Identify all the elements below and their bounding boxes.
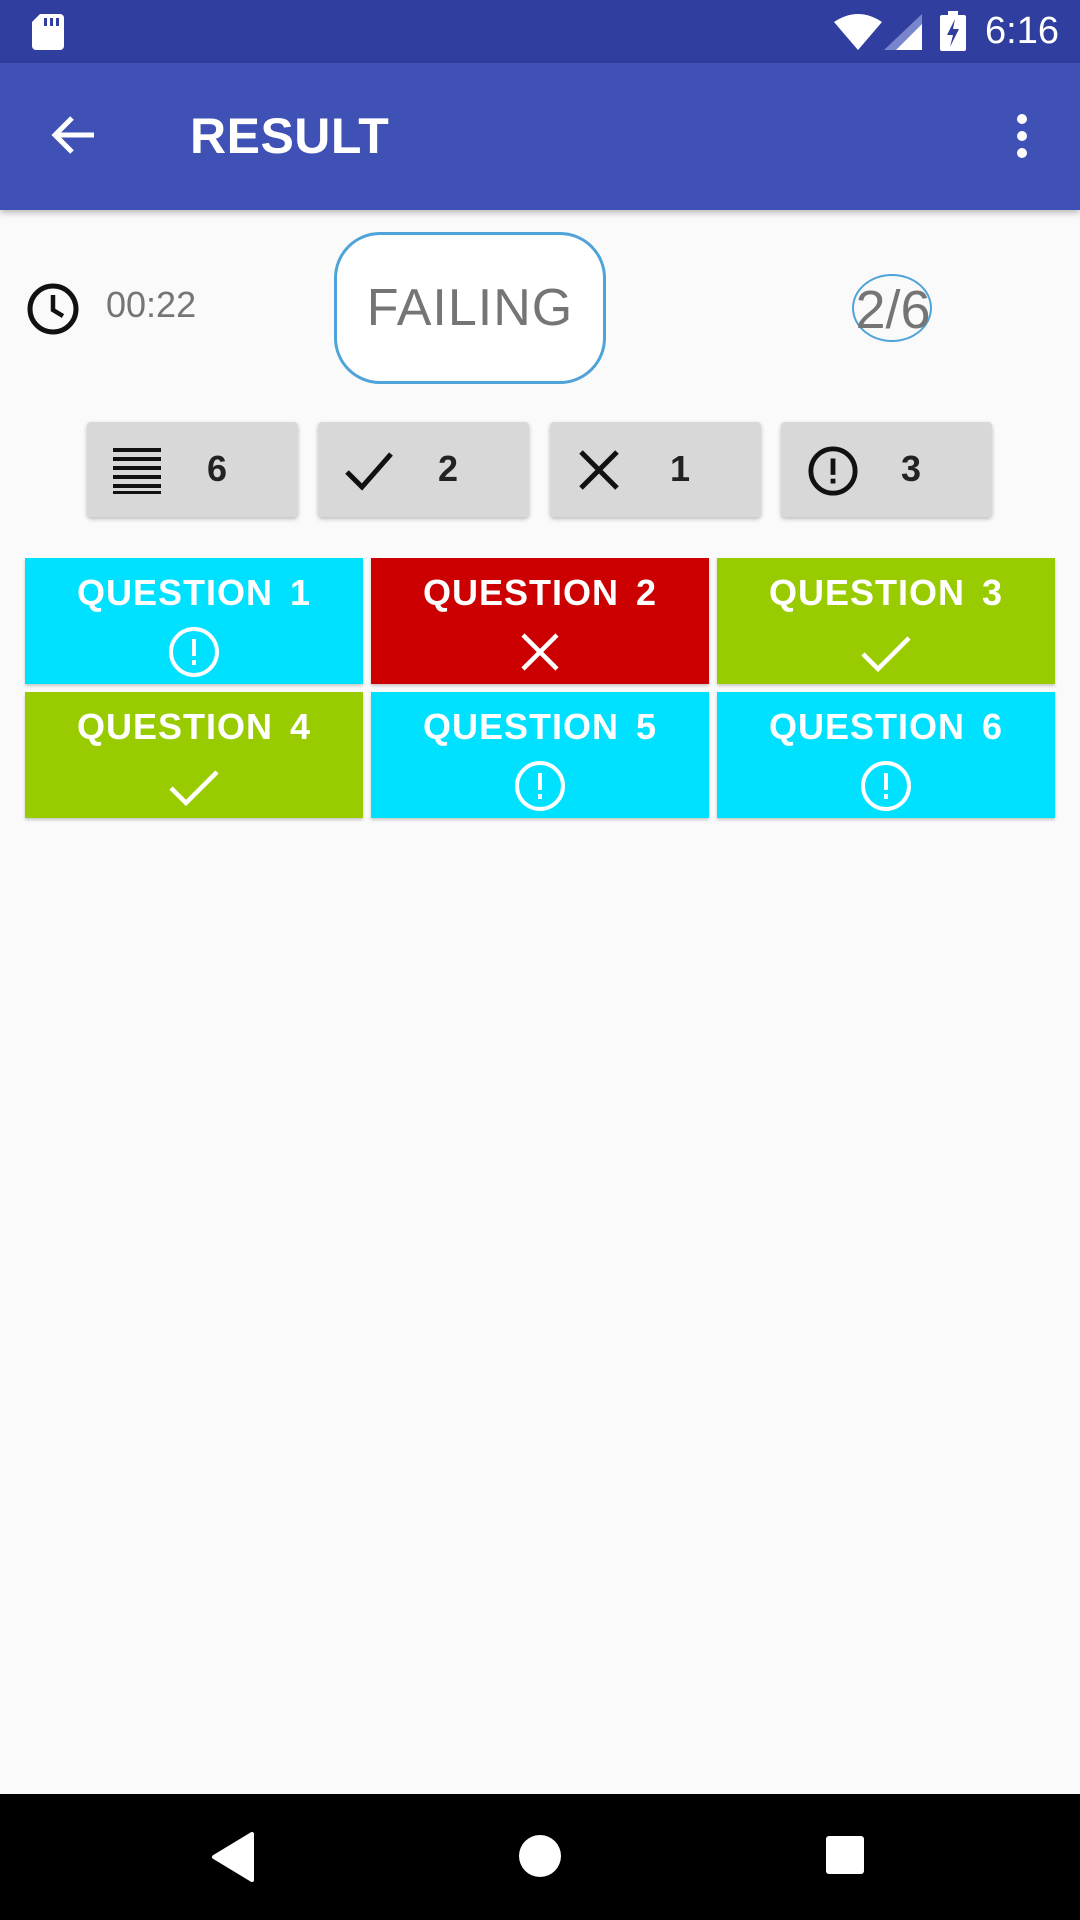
stat-total-value: 6 [207,448,228,489]
nav-recents-icon[interactable] [824,1834,866,1876]
close-icon [521,633,559,671]
list-icon [113,448,161,494]
question-label: QUESTION 5 [422,706,658,747]
wifi-icon [834,14,882,50]
question-tile-5[interactable]: QUESTION 5 [371,692,709,818]
question-tile-3[interactable]: QUESTION 3 [717,558,1055,684]
back-arrow-icon[interactable] [50,115,96,155]
elapsed-time: 00:22 [106,284,197,325]
question-tile-2[interactable]: QUESTION 2 [371,558,709,684]
app-bar: RESULT [0,63,1080,210]
question-tile-6[interactable]: QUESTION 6 [717,692,1055,818]
question-label: QUESTION 1 [76,572,312,613]
stat-unanswered-value: 3 [901,448,922,489]
question-label: QUESTION 6 [768,706,1004,747]
stat-unanswered[interactable]: 3 [781,422,992,517]
stat-correct[interactable]: 2 [318,422,529,517]
stat-total[interactable]: 6 [87,422,298,517]
alert-circle-icon [808,446,858,496]
stat-wrong-value: 1 [670,448,691,489]
question-label: QUESTION 4 [76,706,312,747]
battery-charging-icon [940,11,966,51]
more-vert-icon[interactable] [1010,113,1034,159]
alert-circle-icon [515,761,565,811]
check-icon [169,770,219,807]
score-text: 2/6 [855,280,931,340]
question-label: QUESTION 2 [422,572,658,613]
stat-correct-value: 2 [438,448,459,489]
status-bar: 6:16 [0,0,1080,63]
clock-icon [27,283,79,335]
nav-home-icon[interactable] [516,1832,564,1880]
question-label: QUESTION 3 [768,572,1004,613]
sd-card-icon [32,14,64,50]
check-icon [861,636,911,673]
question-tile-4[interactable]: QUESTION 4 [25,692,363,818]
result-status-label: FAILING [366,279,574,337]
page-title: RESULT [190,108,390,164]
status-clock: 6:16 [985,10,1059,52]
stat-wrong[interactable]: 1 [550,422,761,517]
result-status-badge: FAILING [334,232,606,384]
alert-circle-icon [169,627,219,677]
nav-back-icon[interactable] [210,1832,256,1882]
signal-icon [884,14,922,50]
question-tile-1[interactable]: QUESTION 1 [25,558,363,684]
system-nav-bar [0,1794,1080,1920]
alert-circle-icon [861,761,911,811]
check-icon [345,452,393,491]
close-icon [579,450,619,490]
